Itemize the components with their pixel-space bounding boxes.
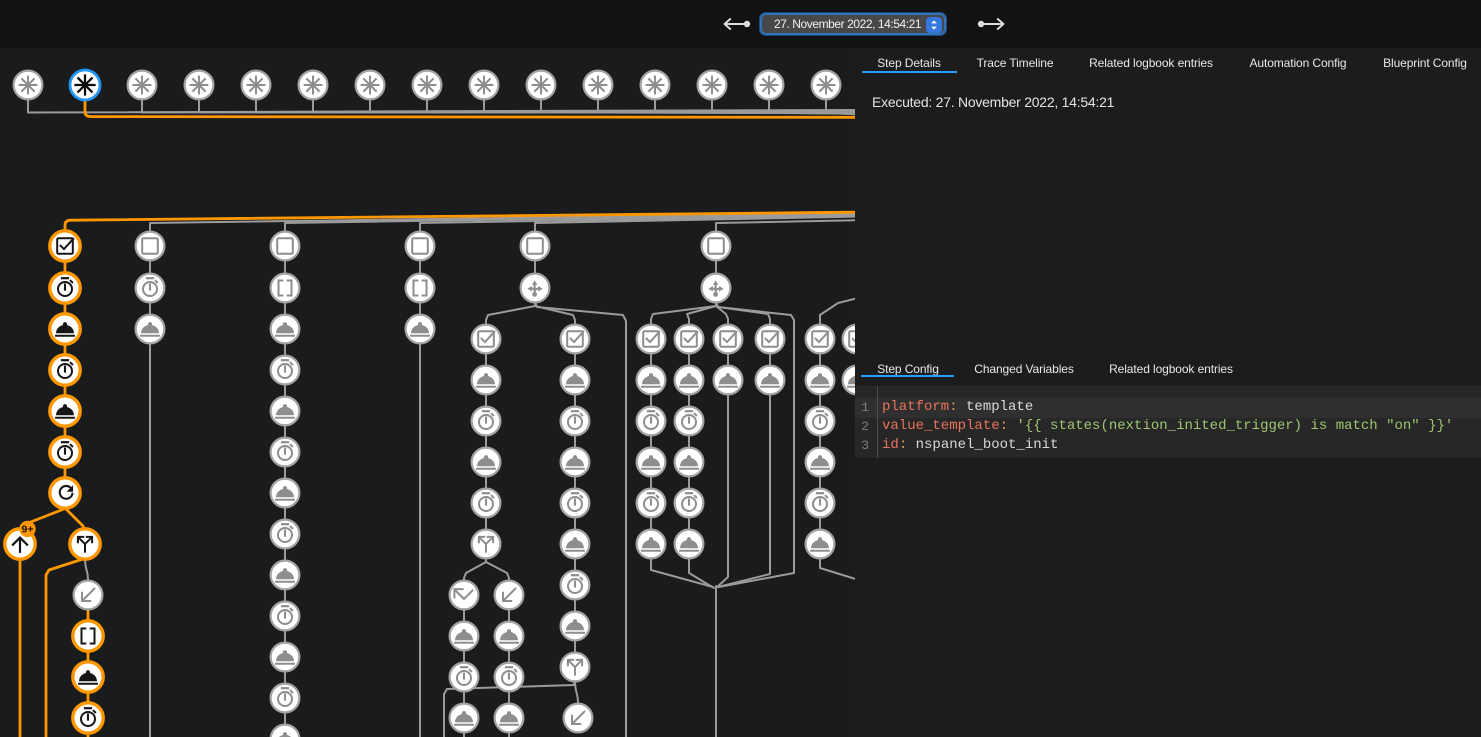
svg-text:9+: 9+	[22, 524, 34, 536]
